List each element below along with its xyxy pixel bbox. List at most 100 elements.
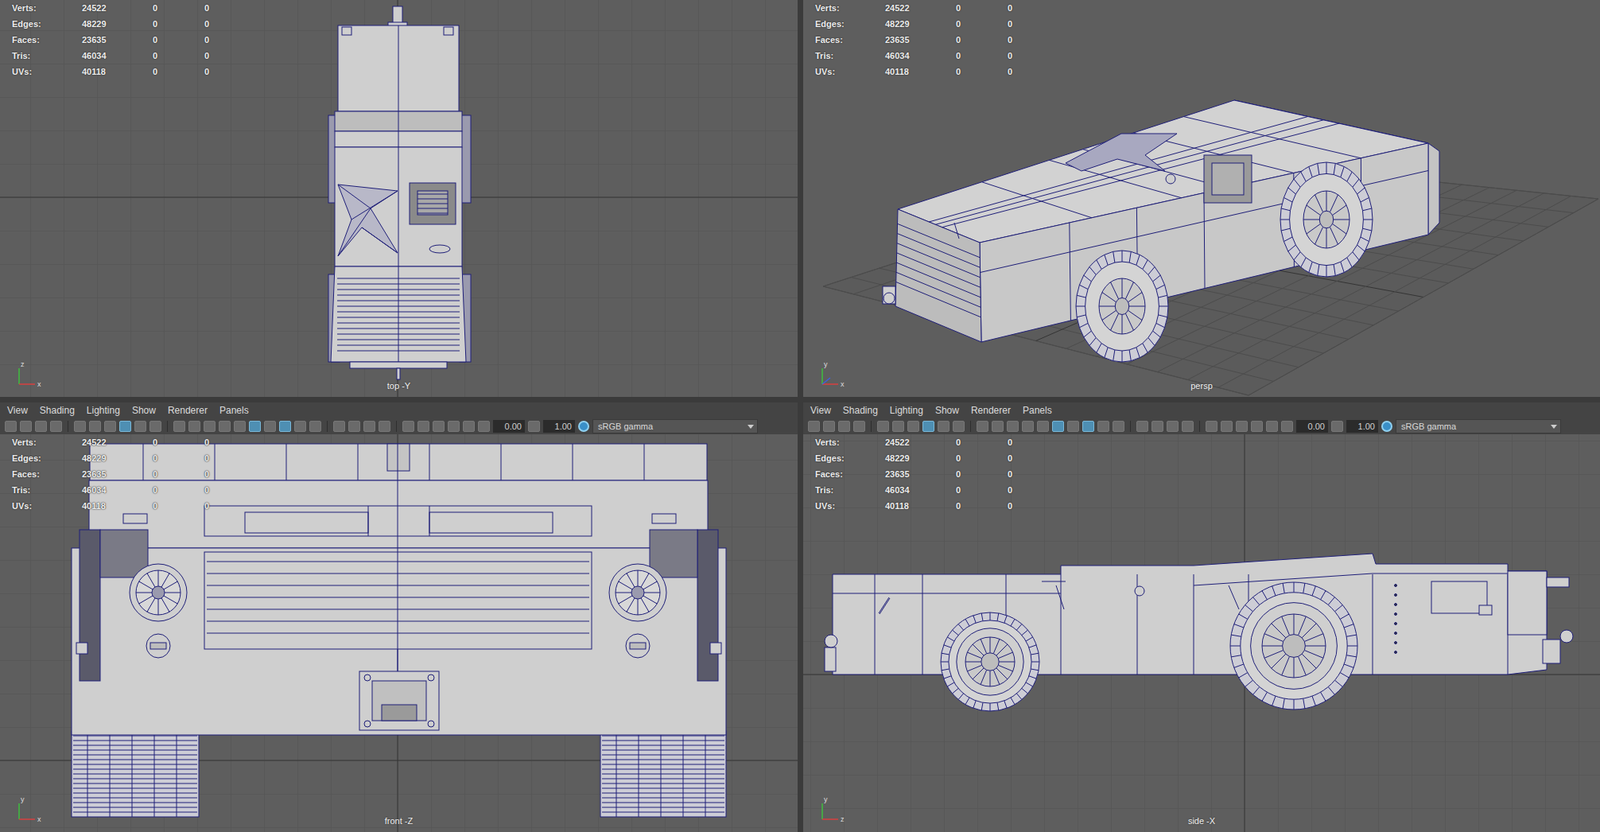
- toolbar-tool-icon[interactable]: [203, 420, 216, 432]
- menu-item[interactable]: Shading: [842, 404, 878, 416]
- toolbar-tool-icon[interactable]: [432, 420, 445, 432]
- hud-value: 0: [204, 466, 240, 482]
- toolbar-tool-icon[interactable]: [363, 420, 376, 432]
- hud-value: 48229: [885, 15, 956, 32]
- toolbar-tool-icon[interactable]: [1036, 420, 1049, 432]
- toolbar-tool-icon[interactable]: [1250, 420, 1263, 432]
- toolbar-tool-icon[interactable]: [279, 420, 292, 432]
- menu-item[interactable]: Renderer: [970, 404, 1011, 416]
- hud-value: 24522: [81, 0, 153, 16]
- colorspace-dropdown[interactable]: sRGB gamma: [1395, 419, 1562, 434]
- menu-item[interactable]: Show: [935, 404, 960, 416]
- toolbar-tool-icon[interactable]: [877, 420, 890, 432]
- toolbar-tool-icon[interactable]: [1235, 420, 1248, 432]
- toolbar-tool-icon[interactable]: [333, 420, 346, 432]
- menu-item[interactable]: Lighting: [86, 404, 121, 416]
- toolbar-tool-icon[interactable]: [294, 420, 307, 432]
- menu-item[interactable]: Shading: [39, 404, 75, 416]
- gamma-icon[interactable]: [1331, 420, 1344, 432]
- toolbar-tool-icon[interactable]: [838, 420, 851, 432]
- colorspace-dropdown[interactable]: sRGB gamma: [592, 419, 758, 434]
- toolbar-tool-icon[interactable]: [1166, 420, 1179, 432]
- menu-item[interactable]: Renderer: [167, 404, 208, 416]
- toolbar-tool-icon[interactable]: [19, 420, 32, 432]
- gamma-field[interactable]: 1.00: [1346, 419, 1379, 433]
- toolbar-tool-icon[interactable]: [264, 420, 276, 432]
- camera-name: front -Z: [384, 815, 413, 826]
- hud-label: Faces:: [11, 466, 82, 482]
- menu-item[interactable]: Panels: [219, 404, 249, 416]
- toolbar-tool-icon[interactable]: [853, 420, 866, 432]
- hud-value: 48229: [885, 450, 956, 467]
- toolbar-tool-icon[interactable]: [119, 420, 132, 432]
- toolbar-tool-icon[interactable]: [1266, 420, 1278, 432]
- toolbar-tool-icon[interactable]: [1067, 420, 1080, 432]
- toolbar-tool-icon[interactable]: [807, 420, 820, 432]
- toolbar-tool-icon[interactable]: [1097, 420, 1110, 432]
- viewport[interactable]: Verts:2452200Edges:4822900Faces:2363500T…: [803, 0, 1600, 397]
- toolbar-tool-icon[interactable]: [462, 420, 475, 432]
- hud-value: 24522: [81, 434, 153, 451]
- toolbar-tool-icon[interactable]: [892, 420, 905, 432]
- toolbar-tool-icon[interactable]: [233, 420, 246, 432]
- color-management-icon[interactable]: [578, 420, 590, 432]
- toolbar-separator: [1130, 420, 1131, 432]
- toolbar-tool-icon[interactable]: [823, 420, 835, 432]
- menu-item[interactable]: View: [7, 404, 28, 416]
- toolbar-tool-icon[interactable]: [922, 420, 935, 432]
- color-management-icon[interactable]: [1381, 420, 1393, 432]
- gamma-icon[interactable]: [528, 420, 540, 432]
- toolbar-tool-icon[interactable]: [73, 420, 86, 432]
- toolbar-tool-icon[interactable]: [1021, 420, 1034, 432]
- hud-value: 23635: [885, 466, 956, 482]
- toolbar-tool-icon[interactable]: [188, 420, 201, 432]
- toolbar-tool-icon[interactable]: [1006, 420, 1019, 432]
- menu-item[interactable]: Lighting: [889, 404, 924, 416]
- hud-label: Verts:: [11, 434, 82, 451]
- toolbar-tool-icon[interactable]: [1181, 420, 1194, 432]
- camera-name: top -Y: [387, 380, 411, 391]
- toolbar-tool-icon[interactable]: [1052, 420, 1065, 432]
- toolbar-tool-icon[interactable]: [1151, 420, 1164, 432]
- toolbar-tool-icon[interactable]: [447, 420, 460, 432]
- toolbar-tool-icon[interactable]: [34, 420, 47, 432]
- menu-item[interactable]: Panels: [1022, 404, 1053, 416]
- toolbar-tool-icon[interactable]: [348, 420, 361, 432]
- viewport[interactable]: Verts:2452200Edges:4822900Faces:2363500T…: [0, 434, 798, 832]
- toolbar-tool-icon[interactable]: [134, 420, 147, 432]
- toolbar-tool-icon[interactable]: [417, 420, 430, 432]
- toolbar-tool-icon[interactable]: [937, 420, 950, 432]
- toolbar-tool-icon[interactable]: [378, 420, 391, 432]
- toolbar-tool-icon[interactable]: [1205, 420, 1218, 432]
- toolbar-tool-icon[interactable]: [149, 420, 162, 432]
- toolbar-tool-icon[interactable]: [104, 420, 117, 432]
- toolbar-tool-icon[interactable]: [402, 420, 415, 432]
- toolbar-tool-icon[interactable]: [173, 420, 186, 432]
- viewport[interactable]: Verts:2452200Edges:4822900Faces:2363500T…: [803, 434, 1600, 832]
- exposure-icon[interactable]: [477, 420, 490, 432]
- viewport[interactable]: Verts:2452200Edges:4822900Faces:2363500T…: [0, 0, 798, 397]
- toolbar-tool-icon[interactable]: [1136, 420, 1149, 432]
- hud-label: Tris:: [815, 481, 886, 498]
- exposure-field[interactable]: 0.00: [493, 419, 525, 433]
- toolbar-tool-icon[interactable]: [1112, 420, 1125, 432]
- toolbar-tool-icon[interactable]: [248, 420, 261, 432]
- toolbar-tool-icon[interactable]: [309, 420, 322, 432]
- toolbar-tool-icon[interactable]: [1082, 420, 1095, 432]
- axis-label: y: [20, 795, 25, 804]
- toolbar-tool-icon[interactable]: [991, 420, 1004, 432]
- toolbar-tool-icon[interactable]: [218, 420, 231, 432]
- toolbar-tool-icon[interactable]: [4, 420, 17, 432]
- toolbar-tool-icon[interactable]: [976, 420, 989, 432]
- gamma-field[interactable]: 1.00: [543, 419, 575, 433]
- toolbar-tool-icon[interactable]: [89, 420, 101, 432]
- menu-item[interactable]: View: [810, 404, 832, 416]
- menu-item[interactable]: Show: [132, 404, 156, 416]
- toolbar-tool-icon[interactable]: [50, 420, 63, 432]
- toolbar-tool-icon[interactable]: [952, 420, 965, 432]
- camera-name: side -X: [1188, 815, 1216, 826]
- exposure-field[interactable]: 0.00: [1296, 419, 1329, 433]
- toolbar-tool-icon[interactable]: [907, 420, 920, 432]
- toolbar-tool-icon[interactable]: [1220, 420, 1233, 432]
- exposure-icon[interactable]: [1281, 420, 1294, 432]
